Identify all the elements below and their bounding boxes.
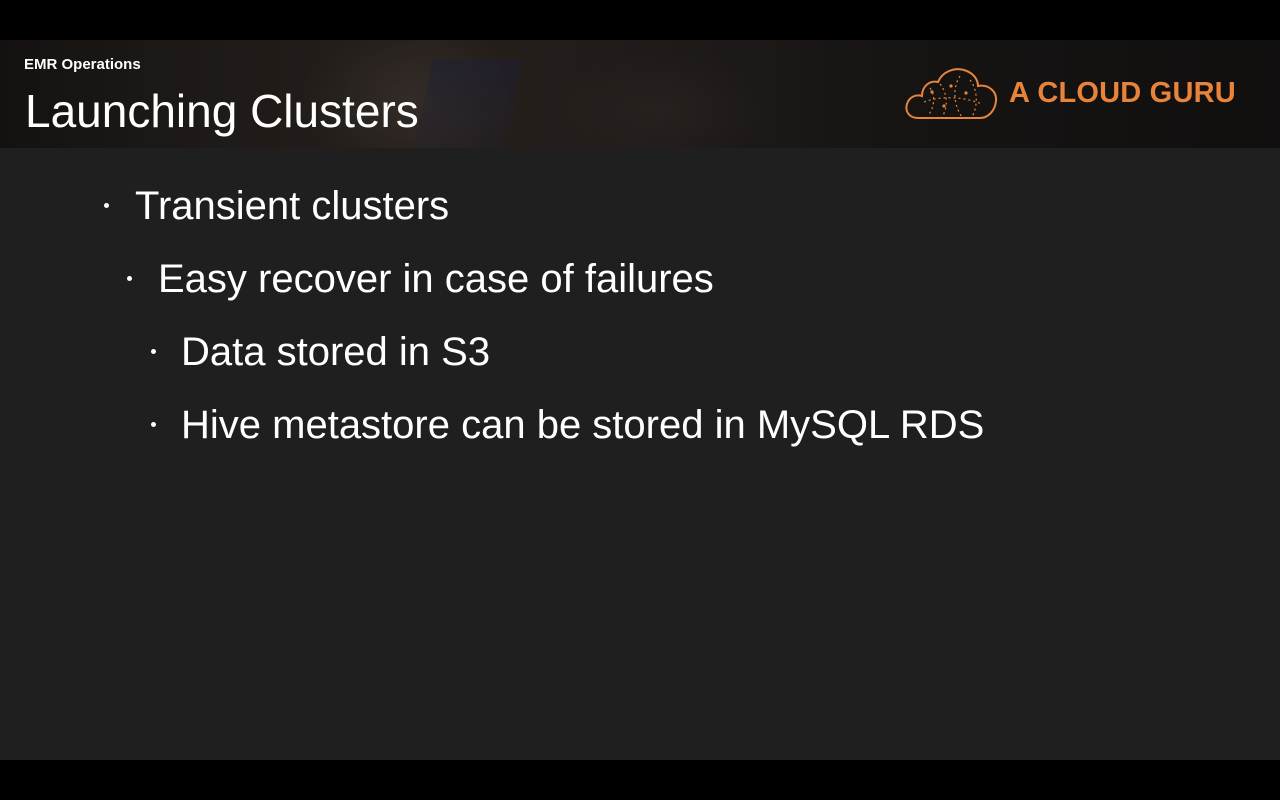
bullet-text: Transient clusters [135,184,450,228]
cloud-icon [905,68,998,119]
bullet-dot-icon [127,276,132,281]
letterbox-top [0,0,1280,40]
slide-header: EMR Operations Launching Clusters A CLOU… [0,40,1280,148]
bullet-dot-icon [151,349,156,354]
slide-title: Launching Clusters [25,85,419,137]
bullet-dot-icon [151,422,156,427]
letterbox-bottom [0,760,1280,800]
bullet-text: Data stored in S3 [181,330,491,374]
bullet-text: Hive metastore can be stored in MySQL RD… [181,403,985,447]
brand-logo: A CLOUD GURU [904,66,1244,122]
slide: EMR Operations Launching Clusters A CLOU… [0,40,1280,760]
logo-text: A CLOUD GURU [1009,77,1236,109]
bullet-dot-icon [104,203,109,208]
bullet-text: Easy recover in case of failures [158,257,714,301]
section-label: EMR Operations [24,56,141,73]
